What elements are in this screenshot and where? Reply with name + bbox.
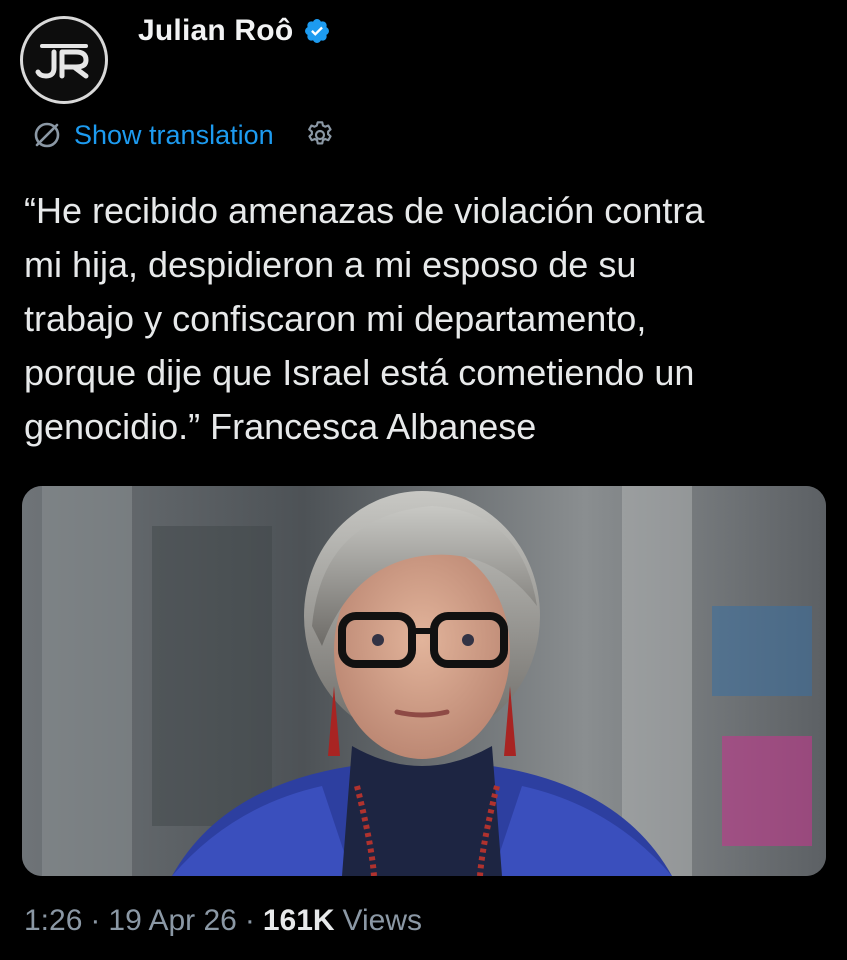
meta-separator: · (244, 904, 255, 937)
tweet-text: “He recibido amenazas de violación contr… (24, 190, 705, 447)
show-translation-label[interactable]: Show translation (74, 120, 274, 151)
author-name[interactable]: Julian Roô (138, 14, 293, 48)
tweet-meta: 1:26 · 19 Apr 26 · 161K Views (24, 904, 422, 938)
meta-separator: · (90, 904, 101, 937)
views-count[interactable]: 161K (263, 904, 335, 938)
tweet-date[interactable]: 19 Apr 26 (108, 904, 236, 938)
translate-icon (30, 118, 64, 152)
settings-gear-icon[interactable] (304, 119, 336, 151)
show-translation-link[interactable]: Show translation (30, 118, 336, 152)
views-label: Views (342, 904, 423, 937)
avatar[interactable] (20, 16, 108, 104)
avatar-logo-icon (35, 44, 89, 79)
tweet-time[interactable]: 1:26 (24, 904, 82, 938)
author-row: Julian Roô (138, 14, 331, 48)
verified-badge-icon (303, 17, 331, 45)
tweet-photo[interactable] (22, 486, 826, 876)
